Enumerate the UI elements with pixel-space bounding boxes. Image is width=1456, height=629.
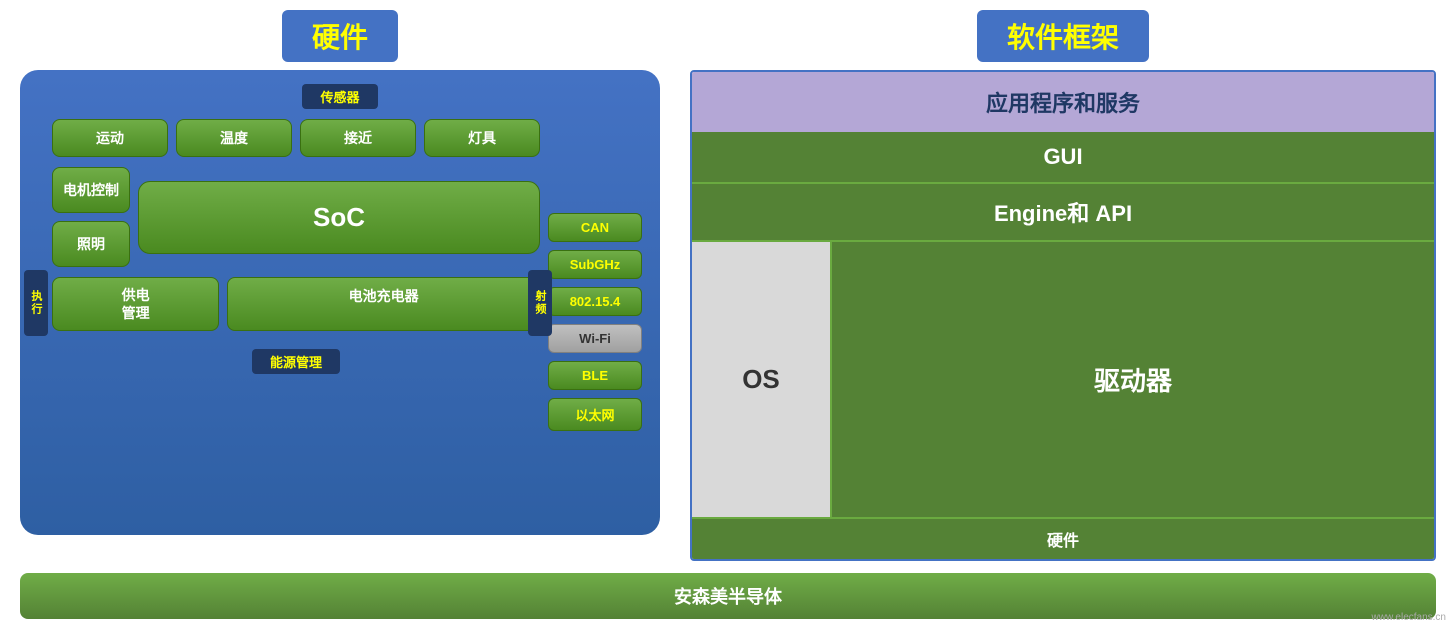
btn-lighting: 照明 <box>52 221 130 267</box>
btn-ethernet: 以太网 <box>548 398 642 431</box>
sw-gui-layer: GUI <box>692 132 1434 182</box>
sw-engine-layer: Engine和 API <box>692 182 1434 240</box>
sw-app-layer: 应用程序和服务 <box>692 72 1434 132</box>
top-row: 硬件 传感器 执行 射频 运动 温度 接近 灯具 <box>20 10 1436 561</box>
sensor-bar: 传感器 <box>302 84 377 109</box>
sw-hw-layer: 硬件 <box>692 517 1434 559</box>
middle-row: 电机控制 照明 SoC <box>52 167 540 267</box>
hardware-title: 硬件 <box>282 10 398 62</box>
btn-ble: BLE <box>548 361 642 390</box>
sw-driver: 驱动器 <box>832 242 1434 517</box>
btn-wifi: Wi-Fi <box>548 324 642 353</box>
energy-bar: 能源管理 <box>252 349 340 374</box>
rf-buttons: CAN SubGHz 802.15.4 Wi-Fi BLE 以太网 <box>548 119 648 525</box>
software-box: 应用程序和服务 GUI Engine和 API OS 驱动器 硬件 <box>690 70 1436 561</box>
btn-lights: 灯具 <box>424 119 540 157</box>
btn-power: 供电 管理 <box>52 277 219 331</box>
btn-battery: 电池充电器 <box>227 277 540 331</box>
footer-bar: 安森美半导体 <box>20 573 1436 619</box>
btn-subghz: SubGHz <box>548 250 642 279</box>
left-label: 执行 <box>24 270 48 336</box>
software-title: 软件框架 <box>977 10 1149 62</box>
main-container: 硬件 传感器 执行 射频 运动 温度 接近 灯具 <box>20 10 1436 619</box>
hw-inner: 运动 温度 接近 灯具 电机控制 照明 SoC <box>32 119 648 525</box>
btn-soc: SoC <box>138 181 540 254</box>
hardware-box: 传感器 执行 射频 运动 温度 接近 灯具 <box>20 70 660 535</box>
right-label: 射频 <box>528 270 552 336</box>
sw-os-driver-row: OS 驱动器 <box>692 240 1434 517</box>
btn-motion: 运动 <box>52 119 168 157</box>
btn-can: CAN <box>548 213 642 242</box>
row1-buttons: 运动 温度 接近 灯具 <box>52 119 540 157</box>
software-section: 软件框架 应用程序和服务 GUI Engine和 API OS 驱动器 硬件 <box>690 10 1436 561</box>
hardware-section: 硬件 传感器 执行 射频 运动 温度 接近 灯具 <box>20 10 660 561</box>
sw-os: OS <box>692 242 832 517</box>
btn-motor: 电机控制 <box>52 167 130 213</box>
bottom-buttons: 供电 管理 电池充电器 <box>52 277 540 331</box>
hw-left: 运动 温度 接近 灯具 电机控制 照明 SoC <box>32 119 540 525</box>
left-col: 电机控制 照明 <box>52 167 130 267</box>
btn-temp: 温度 <box>176 119 292 157</box>
btn-802154: 802.15.4 <box>548 287 642 316</box>
watermark: www.elecfans.cn <box>1372 612 1446 623</box>
btn-proximity: 接近 <box>300 119 416 157</box>
